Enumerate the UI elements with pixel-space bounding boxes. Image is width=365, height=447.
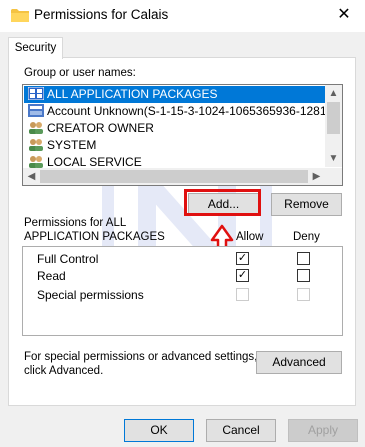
scroll-down-icon[interactable]: ▼ — [325, 150, 342, 167]
permissions-label-line1: Permissions for ALL — [24, 217, 127, 229]
scroll-right-icon[interactable]: ▶ — [308, 168, 325, 185]
permissions-label-line2: APPLICATION PACKAGES — [24, 231, 165, 243]
list-item-label: Account Unknown(S-1-15-3-1024-1065365936… — [47, 104, 330, 118]
list-item-creator-owner[interactable]: CREATOR OWNER — [24, 120, 330, 137]
horizontal-scroll-thumb[interactable] — [40, 170, 308, 183]
permission-name: Read — [37, 269, 66, 283]
remove-button[interactable]: Remove — [271, 193, 342, 216]
account-unknown-icon — [28, 104, 44, 117]
folder-icon — [11, 9, 29, 22]
deny-checkbox-special — [297, 288, 310, 301]
list-item-label: LOCAL SERVICE — [47, 155, 142, 169]
window-title: Permissions for Calais — [34, 7, 169, 22]
cancel-button[interactable]: Cancel — [206, 419, 276, 442]
advanced-button[interactable]: Advanced — [256, 351, 342, 374]
apply-button[interactable]: Apply — [288, 419, 358, 442]
deny-checkbox-read[interactable] — [297, 269, 310, 282]
list-item-all-application-packages[interactable]: ALL APPLICATION PACKAGES — [24, 86, 330, 103]
list-item-system[interactable]: SYSTEM — [24, 137, 330, 154]
add-button[interactable]: Add... — [188, 193, 259, 216]
scroll-left-icon[interactable]: ◀ — [23, 168, 40, 185]
permission-name: Special permissions — [37, 288, 144, 302]
tab-security[interactable]: Security — [8, 37, 63, 59]
users-icon — [29, 122, 43, 134]
list-item-label: SYSTEM — [47, 138, 97, 152]
permission-name: Full Control — [37, 252, 99, 266]
list-item-label: ALL APPLICATION PACKAGES — [47, 87, 218, 101]
close-button[interactable]: ✕ — [331, 3, 357, 27]
list-item-label: CREATOR OWNER — [47, 121, 154, 135]
advanced-note-line1: For special permissions or advanced sett… — [24, 351, 258, 363]
vertical-scroll-thumb[interactable] — [327, 102, 340, 134]
list-item-account-unknown[interactable]: Account Unknown(S-1-15-3-1024-1065365936… — [24, 103, 330, 120]
title-bar: Permissions for Calais ✕ — [0, 0, 365, 32]
advanced-note-line2: click Advanced. — [24, 365, 104, 377]
deny-checkbox-full-control[interactable] — [297, 252, 310, 265]
app-packages-icon — [28, 87, 44, 100]
scroll-up-icon[interactable]: ▲ — [325, 85, 342, 102]
vertical-scrollbar[interactable]: ▲ ▼ — [325, 85, 342, 167]
user-list[interactable]: ALL APPLICATION PACKAGES Account Unknown… — [22, 84, 343, 186]
users-icon — [29, 156, 43, 168]
allow-column-header: Allow — [236, 231, 264, 243]
permissions-list: Full Control ✓ Read ✓ Special permission… — [22, 246, 343, 336]
deny-column-header: Deny — [293, 231, 320, 243]
allow-checkbox-full-control[interactable]: ✓ — [236, 252, 249, 265]
ok-button[interactable]: OK — [124, 419, 194, 442]
horizontal-scrollbar[interactable]: ◀ ▶ — [23, 168, 342, 185]
group-label: Group or user names: — [24, 67, 136, 79]
allow-checkbox-special — [236, 288, 249, 301]
users-icon — [29, 139, 43, 151]
allow-checkbox-read[interactable]: ✓ — [236, 269, 249, 282]
